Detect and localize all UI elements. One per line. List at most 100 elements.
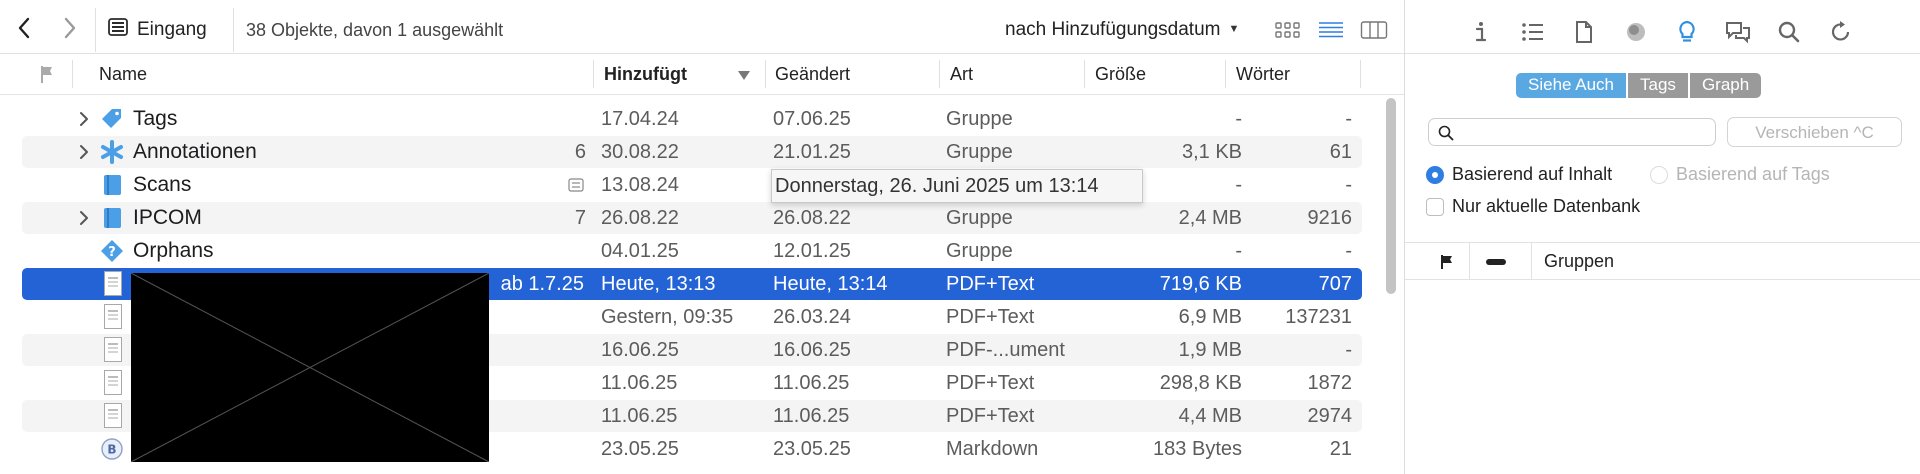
row-name: IPCOM [133, 206, 202, 229]
circle-icon[interactable] [1623, 20, 1649, 44]
sort-menu-label: nach Hinzufügungsdatum [1005, 19, 1221, 40]
row-added: 11.06.25 [601, 405, 678, 427]
reload-icon[interactable] [1828, 20, 1854, 44]
table-row[interactable]: Tags 17.04.24 07.06.25 Gruppe - - [22, 103, 1362, 135]
row-kind: Gruppe [946, 108, 1013, 130]
column-divider [593, 60, 594, 88]
row-kind: PDF+Text [946, 273, 1035, 295]
row-modified: 16.06.25 [773, 339, 851, 361]
comments-icon[interactable] [1725, 20, 1751, 44]
table-header: Name Hinzufügt Geändert Art Größe Wörter [0, 55, 1404, 95]
radio-tags-label: Basierend auf Tags [1676, 164, 1830, 184]
row-size: 3,1 KB [1181, 141, 1242, 163]
column-divider [1531, 243, 1532, 280]
search-icon[interactable] [1776, 20, 1802, 44]
sort-menu[interactable]: nach Hinzufügungsdatum ▼ [1005, 19, 1239, 41]
column-header-modified[interactable]: Geändert [775, 64, 850, 85]
inspector-tabs: Siehe Auch Tags Graph [1516, 73, 1762, 98]
tab-graph[interactable]: Graph [1689, 73, 1762, 98]
book-icon [104, 208, 121, 228]
list-icon[interactable] [1520, 20, 1546, 44]
list-view-icon[interactable] [1317, 20, 1345, 40]
row-added: 16.06.25 [601, 339, 679, 361]
row-words: - [1345, 240, 1352, 262]
chevron-right-icon[interactable] [78, 144, 90, 160]
chevron-right-icon[interactable] [78, 111, 90, 127]
current-db-label: Nur aktuelle Datenbank [1452, 196, 1641, 216]
row-size: 183 Bytes [1153, 438, 1242, 460]
minus-icon[interactable] [1485, 258, 1507, 266]
forward-button[interactable] [56, 14, 84, 42]
sort-descending-icon [738, 71, 750, 80]
row-words: 61 [1329, 141, 1352, 163]
row-kind: PDF+Text [946, 372, 1035, 394]
row-size: 6,9 MB [1178, 306, 1242, 328]
svg-text:?: ? [108, 245, 116, 260]
chevron-down-icon: ▼ [1228, 23, 1240, 35]
column-divider [1084, 60, 1085, 88]
column-header-added[interactable]: Hinzufügt [604, 64, 687, 85]
row-added: 17.04.24 [601, 108, 679, 130]
row-words: 137231 [1285, 306, 1352, 328]
search-icon [1438, 125, 1454, 141]
current-db-checkbox[interactable] [1426, 198, 1444, 216]
search-input[interactable] [1428, 118, 1716, 146]
row-words: - [1345, 339, 1352, 361]
document-icon[interactable] [1571, 20, 1597, 44]
column-view-icon[interactable] [1360, 20, 1388, 40]
back-button[interactable] [10, 14, 38, 42]
lightbulb-icon[interactable] [1674, 20, 1700, 44]
inbox-icon [108, 18, 128, 36]
radio-content[interactable] [1426, 166, 1444, 184]
row-size: 719,6 KB [1159, 273, 1242, 295]
groups-column-label: Gruppen [1544, 251, 1615, 271]
row-kind: PDF+Text [946, 405, 1035, 427]
row-modified: 11.06.25 [773, 372, 850, 394]
column-header-words[interactable]: Wörter [1236, 64, 1290, 85]
row-added: 23.05.25 [601, 438, 679, 460]
row-modified: Heute, 13:14 [773, 273, 888, 295]
column-header-size[interactable]: Größe [1095, 64, 1146, 85]
info-icon[interactable] [1468, 20, 1494, 44]
table-row[interactable]: IPCOM 7 26.08.22 26.08.22 Gruppe 2,4 MB … [22, 202, 1362, 234]
row-added: Gestern, 09:35 [601, 306, 734, 328]
document-icon [104, 271, 122, 296]
row-name: Scans [133, 173, 192, 196]
row-size: - [1235, 240, 1242, 262]
tab-see-also[interactable]: Siehe Auch [1516, 73, 1627, 98]
list-badge-icon [568, 178, 584, 192]
row-words: - [1345, 174, 1352, 196]
column-divider [1225, 60, 1226, 88]
chevron-right-icon[interactable] [78, 210, 90, 226]
scrollbar[interactable] [1383, 98, 1399, 474]
flag-icon[interactable] [1440, 254, 1454, 270]
document-icon [104, 337, 122, 362]
row-added: 13.08.24 [601, 174, 679, 196]
book-icon [104, 175, 121, 195]
flag-icon[interactable] [39, 64, 55, 84]
row-size: 1,9 MB [1178, 339, 1242, 361]
table-row[interactable]: Scans 13.08.24 - - [22, 169, 1362, 201]
row-kind: PDF-...ument [946, 339, 1065, 361]
table-row[interactable]: Annotationen 6 30.08.22 21.01.25 Gruppe … [22, 136, 1362, 168]
table-row[interactable]: ? Orphans 04.01.25 12.01.25 Gruppe - - [22, 235, 1362, 267]
column-divider [1360, 60, 1361, 88]
groups-list-header: Gruppen [1405, 242, 1920, 280]
row-words: 1872 [1307, 372, 1353, 394]
column-header-name[interactable]: Name [99, 64, 147, 85]
document-icon [104, 403, 122, 428]
row-words: 21 [1329, 438, 1352, 460]
row-words: 9216 [1307, 207, 1353, 229]
row-count: 7 [574, 207, 586, 229]
grid-view-icon[interactable] [1274, 20, 1302, 40]
move-button[interactable]: Verschieben ^C [1727, 117, 1902, 147]
tab-tags[interactable]: Tags [1628, 73, 1688, 98]
row-kind: PDF+Text [946, 306, 1035, 328]
column-header-kind[interactable]: Art [950, 64, 973, 85]
row-added: 26.08.22 [601, 207, 679, 229]
scroll-thumb[interactable] [1386, 98, 1396, 294]
row-modified: 23.05.25 [773, 438, 851, 460]
chevron-right-icon [64, 17, 76, 39]
radio-tags[interactable] [1650, 166, 1668, 184]
row-name: Annotationen [133, 140, 257, 163]
